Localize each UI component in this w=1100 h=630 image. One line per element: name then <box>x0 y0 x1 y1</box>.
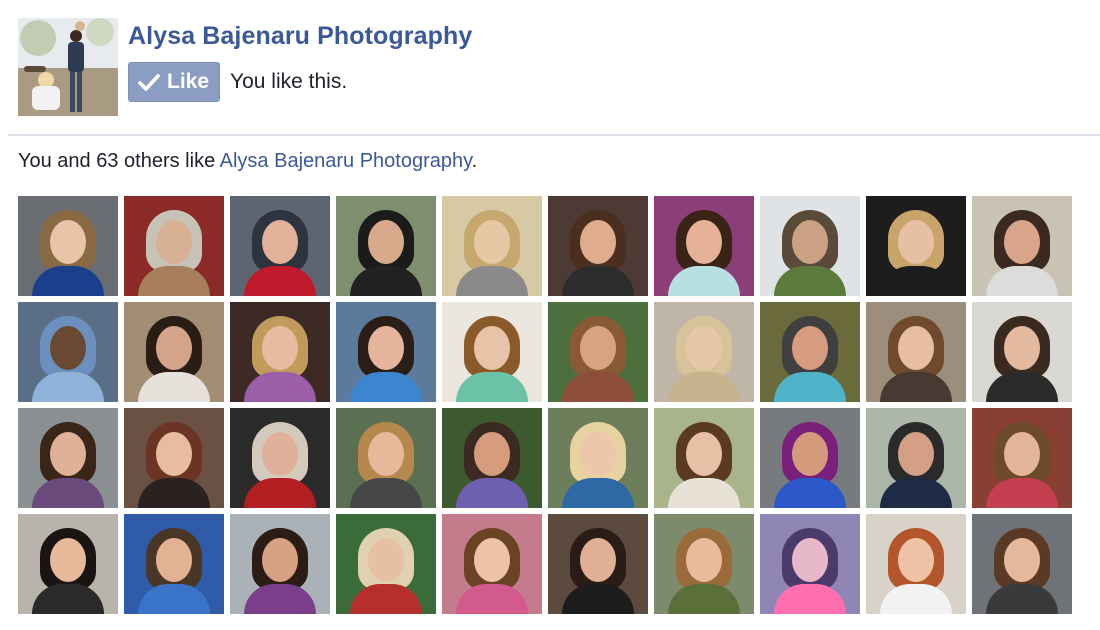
fan-profile-photo[interactable] <box>972 196 1072 296</box>
page-like-box: Alysa Bajenaru Photography Like You like… <box>0 0 1100 630</box>
fan-profile-photo[interactable] <box>442 302 542 402</box>
fan-photo-face <box>792 220 828 264</box>
fan-profile-photo[interactable] <box>548 302 648 402</box>
fan-profile-photo[interactable] <box>336 408 436 508</box>
check-icon <box>138 74 160 91</box>
fan-profile-photo[interactable] <box>866 408 966 508</box>
fan-profile-photo[interactable] <box>230 408 330 508</box>
fan-profile-photo[interactable] <box>866 302 966 402</box>
fan-profile-photo[interactable] <box>760 408 860 508</box>
fan-photo-face <box>262 538 298 582</box>
fan-profile-photo[interactable] <box>18 302 118 402</box>
fan-photo-face <box>474 432 510 476</box>
fan-photo-face <box>262 220 298 264</box>
fan-profile-photo[interactable] <box>972 408 1072 508</box>
fan-photo-face <box>686 538 722 582</box>
fan-profile-photo[interactable] <box>336 302 436 402</box>
fan-profile-photo[interactable] <box>548 196 648 296</box>
fan-photo-face <box>1004 432 1040 476</box>
fan-photo-face <box>50 538 86 582</box>
fan-photo-face <box>474 326 510 370</box>
fan-photo-face <box>1004 220 1040 264</box>
fan-profile-photo[interactable] <box>654 302 754 402</box>
fan-photo-face <box>686 326 722 370</box>
fan-photo-face <box>368 220 404 264</box>
fan-profile-photo[interactable] <box>124 408 224 508</box>
fan-photo-face <box>686 220 722 264</box>
fan-profile-photo[interactable] <box>18 514 118 614</box>
fan-photo-face <box>792 326 828 370</box>
fan-profile-photo[interactable] <box>18 196 118 296</box>
fan-profile-photo[interactable] <box>336 196 436 296</box>
fan-photo-face <box>580 538 616 582</box>
fan-photo-face <box>50 326 86 370</box>
like-status-text: You like this. <box>230 70 348 93</box>
fan-photo-face <box>50 432 86 476</box>
page-profile-photo-image <box>18 18 118 116</box>
social-context-prefix: You and 63 others like <box>18 150 220 172</box>
fan-profile-photo[interactable] <box>230 514 330 614</box>
fan-photo-face <box>686 432 722 476</box>
fan-profile-photo[interactable] <box>760 514 860 614</box>
fan-photo-face <box>368 432 404 476</box>
fan-profile-photo[interactable] <box>124 196 224 296</box>
fan-profile-photo[interactable] <box>442 196 542 296</box>
fan-photo-face <box>50 220 86 264</box>
fan-profile-photo[interactable] <box>760 302 860 402</box>
social-context-page-link[interactable]: Alysa Bajenaru Photography <box>220 150 472 172</box>
page-profile-photo[interactable] <box>18 18 118 116</box>
like-row: Like You like this. <box>128 62 347 102</box>
fan-photo-face <box>474 220 510 264</box>
social-context-suffix: . <box>471 150 478 172</box>
fan-photo-face <box>898 326 934 370</box>
like-button[interactable]: Like <box>128 62 221 102</box>
fan-photo-face <box>580 220 616 264</box>
fan-profile-photo[interactable] <box>18 408 118 508</box>
fan-photo-face <box>368 326 404 370</box>
fan-profile-photo[interactable] <box>442 514 542 614</box>
fan-profile-photo[interactable] <box>230 302 330 402</box>
fan-photo-face <box>156 432 192 476</box>
fan-profile-photo[interactable] <box>124 514 224 614</box>
fan-photo-face <box>262 326 298 370</box>
like-button-label: Like <box>167 70 210 93</box>
fan-photo-face <box>474 538 510 582</box>
fan-profile-photo[interactable] <box>442 408 542 508</box>
fan-photo-face <box>792 432 828 476</box>
fan-photo-face <box>156 538 192 582</box>
fan-photo-face <box>580 326 616 370</box>
fan-photo-face <box>1004 538 1040 582</box>
fan-profile-photo[interactable] <box>230 196 330 296</box>
social-context: You and 63 others like Alysa Bajenaru Ph… <box>18 150 477 173</box>
fan-photo-face <box>368 538 404 582</box>
fan-profile-photo[interactable] <box>548 408 648 508</box>
fan-profile-photo[interactable] <box>654 408 754 508</box>
fan-photo-face <box>156 220 192 264</box>
fan-profile-photo[interactable] <box>972 514 1072 614</box>
fan-photo-face <box>580 432 616 476</box>
fan-photo-face <box>898 538 934 582</box>
fan-profile-photo[interactable] <box>866 196 966 296</box>
page-header: Alysa Bajenaru Photography Like You like… <box>18 18 1088 118</box>
fan-photo-face <box>1004 326 1040 370</box>
fan-photo-face <box>898 220 934 264</box>
fan-profile-photo[interactable] <box>654 514 754 614</box>
fan-photo-face <box>156 326 192 370</box>
fan-photo-face <box>792 538 828 582</box>
fan-profile-photo[interactable] <box>124 302 224 402</box>
fan-profile-photo[interactable] <box>336 514 436 614</box>
fan-profile-photo[interactable] <box>654 196 754 296</box>
divider <box>8 134 1100 136</box>
fan-profile-photo[interactable] <box>760 196 860 296</box>
page-name-link[interactable]: Alysa Bajenaru Photography <box>128 22 472 51</box>
fan-photo-face <box>898 432 934 476</box>
fan-profile-photo[interactable] <box>866 514 966 614</box>
fan-photo-face <box>262 432 298 476</box>
fan-profile-photo[interactable] <box>548 514 648 614</box>
fan-profile-photo[interactable] <box>972 302 1072 402</box>
